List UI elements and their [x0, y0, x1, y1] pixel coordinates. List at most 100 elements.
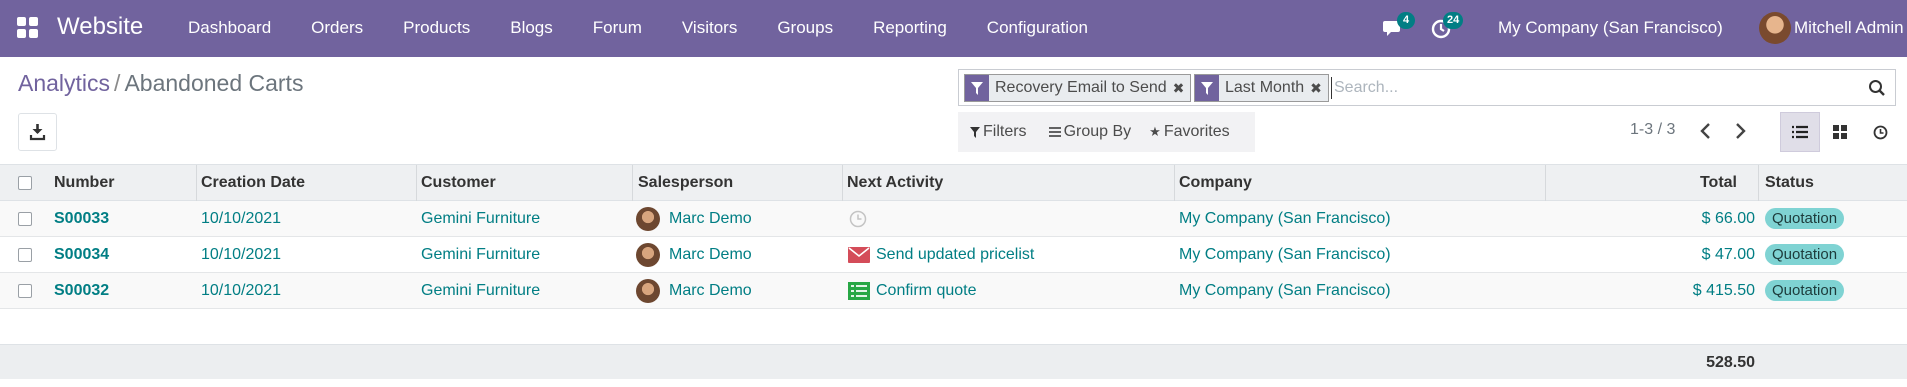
- table-header: Number Creation Date Customer Salesperso…: [0, 164, 1907, 201]
- menu-item-forum[interactable]: Forum: [573, 0, 662, 57]
- salesperson-avatar: [636, 207, 660, 231]
- kanban-icon: [1833, 125, 1847, 139]
- kanban-view-button[interactable]: [1820, 112, 1860, 152]
- activities-count-badge: 24: [1443, 12, 1464, 29]
- view-switcher: [1780, 112, 1900, 152]
- company[interactable]: My Company (San Francisco): [1179, 273, 1391, 308]
- menu-item-configuration[interactable]: Configuration: [967, 0, 1108, 57]
- table-row[interactable]: S00032 10/10/2021 Gemini Furniture Marc …: [0, 273, 1907, 309]
- creation-date: 10/10/2021: [201, 282, 282, 299]
- salesperson-avatar: [636, 279, 660, 303]
- status-badge: Quotation: [1765, 208, 1845, 229]
- customer[interactable]: Gemini Furniture: [421, 237, 540, 272]
- column-header-status[interactable]: Status: [1765, 165, 1814, 201]
- groupby-toggle[interactable]: Group By: [1048, 123, 1132, 141]
- status-badge: Quotation: [1765, 244, 1845, 265]
- filters-label: Filters: [983, 123, 1027, 140]
- menu-item-products[interactable]: Products: [383, 0, 490, 57]
- search-input[interactable]: Search...: [1331, 77, 1398, 99]
- column-divider: [1174, 165, 1175, 201]
- breadcrumb-analytics[interactable]: Analytics: [18, 70, 110, 96]
- filter-icon: [970, 126, 980, 138]
- company[interactable]: My Company (San Francisco): [1179, 237, 1391, 272]
- messages-count-badge: 4: [1397, 12, 1415, 29]
- app-brand[interactable]: Website: [57, 13, 143, 41]
- salesperson[interactable]: Marc Demo: [669, 201, 752, 236]
- facet-remove-icon[interactable]: ✖: [1173, 80, 1191, 97]
- pager-value[interactable]: 1-3 / 3: [1630, 121, 1675, 139]
- search-options: Filters Group By ★ Favorites: [958, 112, 1255, 152]
- creation-date: 10/10/2021: [201, 246, 282, 263]
- column-header-next-activity[interactable]: Next Activity: [847, 165, 943, 201]
- filters-toggle[interactable]: Filters: [970, 123, 1027, 141]
- status-badge: Quotation: [1765, 280, 1845, 301]
- row-checkbox[interactable]: [18, 284, 32, 298]
- creation-date: 10/10/2021: [201, 210, 282, 227]
- total: $ 47.00: [1701, 246, 1755, 263]
- menu-item-visitors[interactable]: Visitors: [662, 0, 757, 57]
- column-divider: [842, 165, 843, 201]
- customer[interactable]: Gemini Furniture: [421, 201, 540, 236]
- column-header-customer[interactable]: Customer: [421, 165, 496, 201]
- apps-menu-icon[interactable]: [17, 17, 39, 39]
- table-row[interactable]: S00033 10/10/2021 Gemini Furniture Marc …: [0, 201, 1907, 237]
- column-header-company[interactable]: Company: [1179, 165, 1252, 201]
- column-divider: [1545, 165, 1546, 201]
- menu-item-blogs[interactable]: Blogs: [490, 0, 573, 57]
- next-activity[interactable]: Send updated pricelist: [876, 237, 1034, 272]
- column-divider: [1758, 165, 1759, 201]
- breadcrumb: Analytics / Abandoned Carts: [18, 70, 303, 97]
- total: $ 415.50: [1692, 282, 1755, 299]
- star-icon: ★: [1149, 124, 1161, 139]
- column-header-total[interactable]: Total: [1700, 165, 1737, 201]
- row-checkbox[interactable]: [18, 212, 32, 226]
- menu-item-orders[interactable]: Orders: [291, 0, 383, 57]
- export-button[interactable]: [18, 113, 57, 151]
- next-activity[interactable]: Confirm quote: [876, 273, 977, 308]
- menu-item-dashboard[interactable]: Dashboard: [168, 0, 291, 57]
- customer[interactable]: Gemini Furniture: [421, 273, 540, 308]
- clock-icon: [1873, 125, 1887, 139]
- select-all-checkbox[interactable]: [18, 176, 32, 190]
- list-check-icon[interactable]: [848, 282, 870, 300]
- chevron-left-icon[interactable]: [1698, 122, 1714, 140]
- bars-icon: [1048, 127, 1061, 137]
- column-divider: [632, 165, 633, 201]
- company-switcher[interactable]: My Company (San Francisco): [1498, 0, 1723, 57]
- order-number[interactable]: S00034: [54, 237, 109, 272]
- column-header-salesperson[interactable]: Salesperson: [638, 165, 733, 201]
- salesperson[interactable]: Marc Demo: [669, 273, 752, 308]
- groupby-label: Group By: [1063, 123, 1132, 140]
- salesperson[interactable]: Marc Demo: [669, 237, 752, 272]
- table-row[interactable]: S00034 10/10/2021 Gemini Furniture Marc …: [0, 237, 1907, 273]
- list-view-button[interactable]: [1780, 112, 1820, 152]
- chevron-right-icon[interactable]: [1732, 122, 1748, 140]
- facet-remove-icon[interactable]: ✖: [1310, 80, 1328, 97]
- order-number[interactable]: S00032: [54, 273, 109, 308]
- search-icon[interactable]: [1868, 79, 1886, 97]
- user-avatar[interactable]: [1759, 12, 1791, 44]
- row-checkbox[interactable]: [18, 248, 32, 262]
- column-header-creation-date[interactable]: Creation Date: [201, 165, 305, 201]
- top-navbar: Website Dashboard Orders Products Blogs …: [0, 0, 1907, 57]
- column-divider: [196, 165, 197, 201]
- clock-icon[interactable]: [849, 210, 867, 228]
- facet-label: Last Month: [1225, 79, 1305, 96]
- total: $ 66.00: [1701, 210, 1755, 227]
- order-number[interactable]: S00033: [54, 201, 109, 236]
- download-icon: [29, 124, 46, 141]
- search-facet-recovery-email[interactable]: Recovery Email to Send ✖: [964, 74, 1192, 102]
- page-title: Abandoned Carts: [124, 70, 304, 96]
- breadcrumb-separator: /: [114, 70, 121, 96]
- envelope-icon[interactable]: [848, 247, 870, 263]
- menu-item-reporting[interactable]: Reporting: [853, 0, 967, 57]
- column-header-number[interactable]: Number: [54, 165, 114, 201]
- menu-item-groups[interactable]: Groups: [757, 0, 853, 57]
- favorites-toggle[interactable]: ★ Favorites: [1149, 123, 1229, 141]
- grand-total: 528.50: [1706, 354, 1755, 371]
- activity-view-button[interactable]: [1860, 112, 1900, 152]
- user-menu[interactable]: Mitchell Admin: [1794, 0, 1904, 57]
- company[interactable]: My Company (San Francisco): [1179, 201, 1391, 236]
- salesperson-avatar: [636, 243, 660, 267]
- search-facet-last-month[interactable]: Last Month ✖: [1194, 74, 1329, 102]
